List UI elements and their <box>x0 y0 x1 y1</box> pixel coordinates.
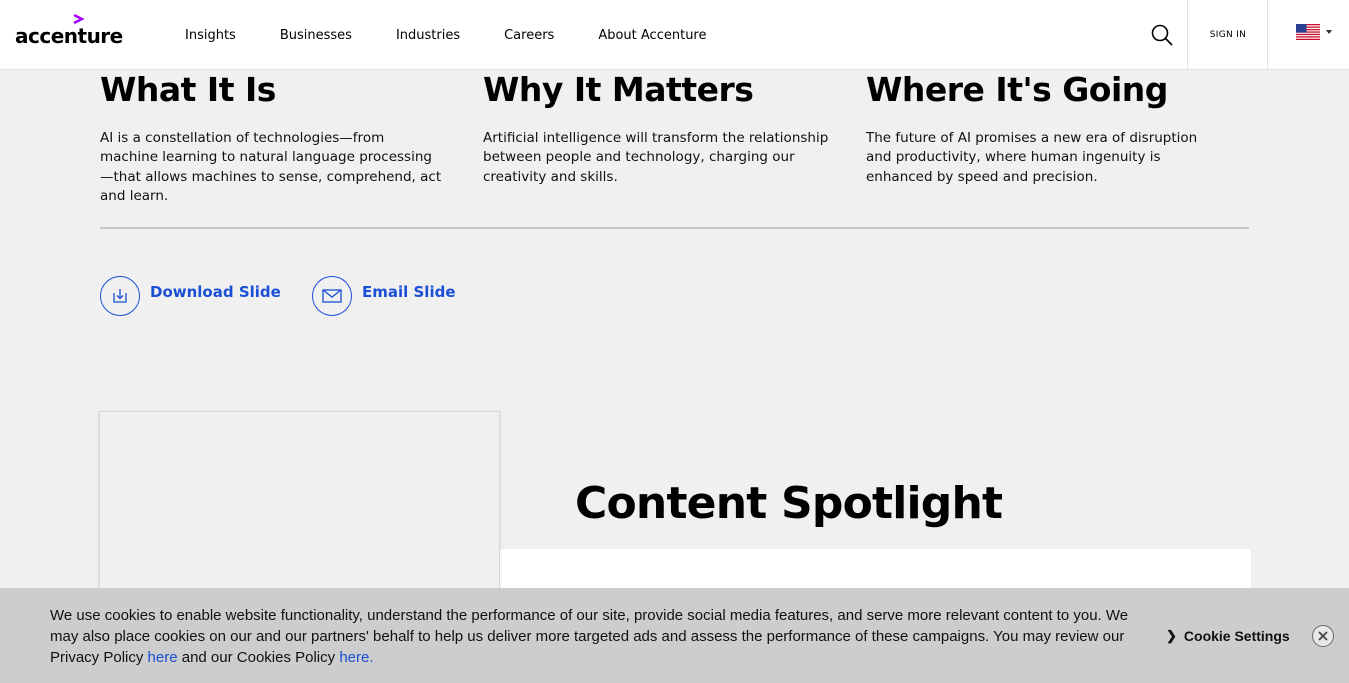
column-title: Why It Matters <box>483 70 754 109</box>
nav-insights[interactable]: Insights <box>185 28 236 43</box>
cookies-policy-link[interactable]: here. <box>339 649 373 666</box>
column-what-it-is: What It Is AI is a constellation of tech… <box>100 70 460 206</box>
us-flag-icon <box>1296 24 1320 40</box>
column-body: Artificial intelligence will transform t… <box>483 130 829 185</box>
download-icon <box>100 276 140 316</box>
cookie-text-middle: and our Cookies Policy <box>177 649 340 666</box>
cookie-settings-label: Cookie Settings <box>1183 628 1290 644</box>
chevron-down-icon <box>1326 30 1332 34</box>
content-spotlight-title: Content Spotlight <box>575 478 1003 529</box>
envelope-icon <box>312 276 352 316</box>
search-icon[interactable] <box>1150 23 1174 47</box>
header-divider <box>1267 0 1268 70</box>
logo-text: accenture <box>15 24 123 48</box>
column-why-it-matters: Why It Matters Artificial intelligence w… <box>483 70 843 187</box>
nav-businesses[interactable]: Businesses <box>280 28 352 43</box>
email-slide-label: Email Slide <box>362 283 456 301</box>
cookie-message: We use cookies to enable website functio… <box>50 605 1150 668</box>
cookie-banner: We use cookies to enable website functio… <box>0 588 1349 683</box>
accenture-logo[interactable]: accenture <box>15 14 125 48</box>
email-slide-button[interactable]: Email Slide <box>312 276 456 316</box>
main-nav: Insights Businesses Industries Careers A… <box>185 0 751 70</box>
chevron-right-icon: ❯ <box>1166 628 1177 643</box>
sign-in-button[interactable]: SIGN IN <box>1188 0 1268 70</box>
column-body: AI is a constellation of technologies—fr… <box>100 130 442 204</box>
column-title: What It Is <box>100 70 276 109</box>
nav-industries[interactable]: Industries <box>396 28 460 43</box>
column-title: Where It's Going <box>866 70 1168 109</box>
download-slide-button[interactable]: Download Slide <box>100 276 281 316</box>
section-divider <box>100 227 1249 229</box>
nav-about-accenture[interactable]: About Accenture <box>598 28 706 43</box>
nav-careers[interactable]: Careers <box>504 28 554 43</box>
country-selector[interactable] <box>1296 24 1332 40</box>
site-header: accenture Insights Businesses Industries… <box>0 0 1349 70</box>
download-slide-label: Download Slide <box>150 283 281 301</box>
cookie-settings-button[interactable]: ❯ Cookie Settings <box>1166 628 1290 644</box>
column-body: The future of AI promises a new era of d… <box>866 130 1198 185</box>
privacy-policy-link[interactable]: here <box>148 649 178 666</box>
column-where-its-going: Where It's Going The future of AI promis… <box>866 70 1226 187</box>
close-icon[interactable] <box>1312 625 1334 647</box>
